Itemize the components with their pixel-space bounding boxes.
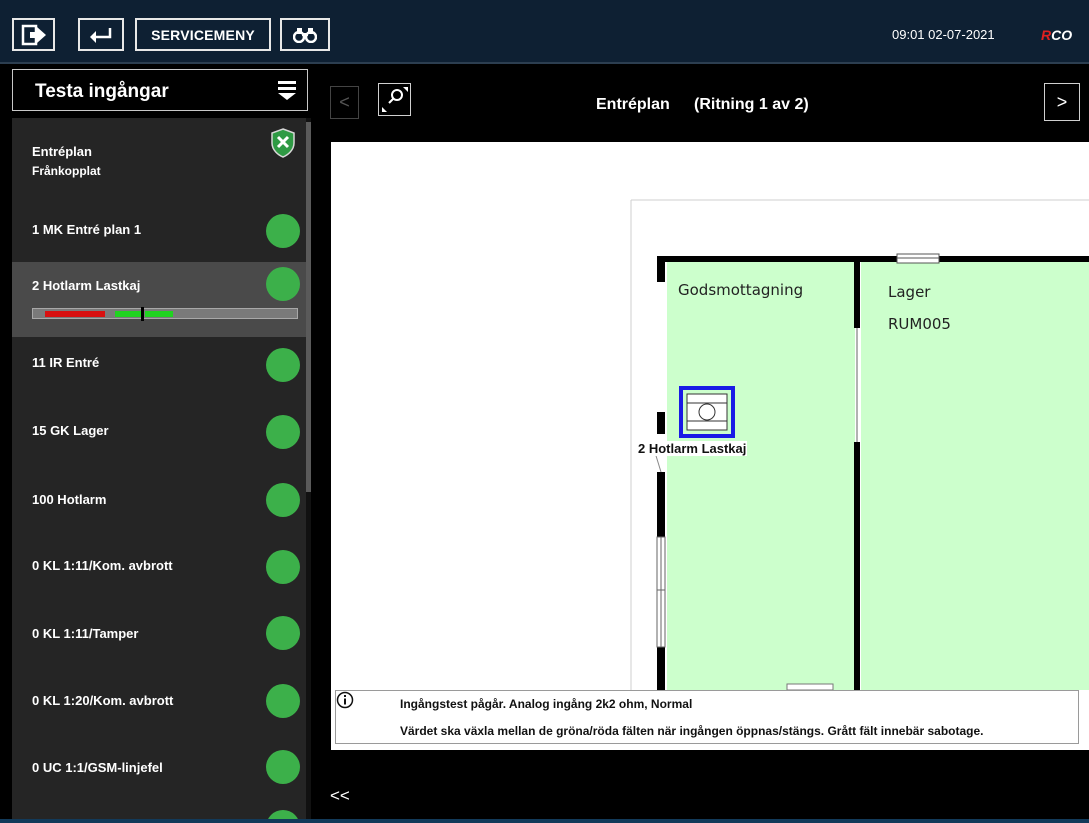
item-label: 2 Hotlarm Lastkaj [32, 278, 141, 293]
bottom-edge [0, 819, 1089, 823]
list-item[interactable]: 100 Hotlarm [12, 471, 306, 537]
list-item[interactable]: 15 GK Lager [12, 405, 306, 471]
panel-title: Testa ingångar [35, 81, 169, 102]
alarm-field-red [45, 311, 105, 317]
info-status-text: Ingångstest pågår. Analog ingång 2k2 ohm… [400, 697, 693, 711]
left-panel: Testa ingångar Entréplan Frånkopplat 1 M… [0, 64, 318, 823]
zoom-fit-button[interactable] [378, 83, 411, 116]
input-list[interactable]: Entréplan Frånkopplat 1 MK Entré plan 1 … [12, 118, 306, 823]
device-label[interactable]: 2 Hotlarm Lastkaj [637, 441, 748, 456]
bottom-strip [320, 750, 1089, 823]
item-label: 0 UC 1:1/GSM-linjefel [32, 760, 163, 775]
service-menu-label: SERVICEMENY [151, 26, 255, 43]
list-item[interactable]: 0 KL 1:11/Tamper [12, 603, 306, 669]
plan-label: Entréplan [32, 144, 92, 159]
room-label: Godsmottagning [678, 281, 804, 299]
normal-field-green [115, 311, 143, 317]
plan-status: Frånkopplat [32, 164, 101, 178]
list-item[interactable]: 1 MK Entré plan 1 [12, 194, 306, 262]
item-label: 1 MK Entré plan 1 [32, 222, 142, 237]
panel-header[interactable]: Testa ingångar [12, 69, 308, 111]
info-box: Ingångstest pågår. Analog ingång 2k2 ohm… [335, 690, 1079, 744]
clock: 09:01 02-07-2021 [892, 27, 995, 42]
item-label: 0 KL 1:20/Kom. avbrott [32, 693, 174, 708]
item-label: 0 KL 1:11/Tamper [32, 626, 139, 641]
status-indicator [266, 214, 300, 248]
list-item-plan[interactable]: Entréplan Frånkopplat [12, 118, 306, 194]
logout-button[interactable] [12, 18, 55, 51]
binoculars-icon [293, 27, 317, 43]
status-indicator [266, 750, 300, 784]
floorplan-canvas[interactable]: Godsmottagning Lager RUM005 2 Hotlarm La… [331, 142, 1089, 750]
list-item-selected[interactable]: 2 Hotlarm Lastkaj [12, 262, 306, 337]
list-item[interactable]: 0 KL 1:11/Kom. avbrott [12, 537, 306, 603]
back-button[interactable] [78, 18, 124, 51]
info-icon [336, 691, 354, 709]
info-help-text: Värdet ska växla mellan de gröna/röda fä… [400, 724, 984, 738]
plan-title: Entréplan [596, 96, 670, 113]
floorplan-header: < Entréplan (Ritning 1 av 2) > [320, 64, 1089, 138]
normal-field-green [145, 311, 173, 317]
item-label: 11 IR Entré [32, 355, 100, 370]
list-item[interactable]: 11 IR Entré [12, 337, 306, 405]
plan-index: (Ritning 1 av 2) [694, 96, 809, 113]
logout-icon [21, 24, 46, 45]
status-indicator [266, 267, 300, 301]
list-item[interactable]: 0 UC 1:1/GSM-linjefel [12, 735, 306, 801]
status-indicator [266, 684, 300, 718]
list-scrollbar[interactable] [306, 118, 311, 823]
collapse-panel-button[interactable]: << [330, 786, 350, 806]
item-label: 15 GK Lager [32, 423, 109, 438]
scrollbar-thumb[interactable] [306, 122, 311, 492]
top-bar: SERVICEMENY 09:01 02-07-2021 RCO [0, 0, 1089, 64]
status-indicator [266, 415, 300, 449]
room-id-label: RUM005 [888, 315, 951, 333]
room-label: Lager [888, 283, 931, 301]
value-needle [141, 307, 144, 321]
return-icon [90, 27, 112, 43]
service-menu-button[interactable]: SERVICEMENY [135, 18, 271, 51]
search-button[interactable] [280, 18, 330, 51]
status-indicator [266, 483, 300, 517]
item-label: 0 KL 1:11/Kom. avbrott [32, 558, 173, 573]
analog-value-bar [32, 307, 298, 321]
status-indicator [266, 550, 300, 584]
previous-plan-button[interactable]: < [330, 86, 359, 119]
zoom-expand-icon [382, 87, 408, 112]
status-indicator [266, 616, 300, 650]
status-indicator [266, 348, 300, 382]
list-item[interactable]: 0 KL 1:20/Kom. avbrott [12, 669, 306, 735]
item-label: 100 Hotlarm [32, 492, 107, 507]
next-plan-button[interactable]: > [1044, 83, 1080, 121]
menu-icon[interactable] [277, 79, 297, 101]
disconnected-shield-icon [271, 128, 295, 158]
brand-logo: RCO [1041, 27, 1073, 43]
